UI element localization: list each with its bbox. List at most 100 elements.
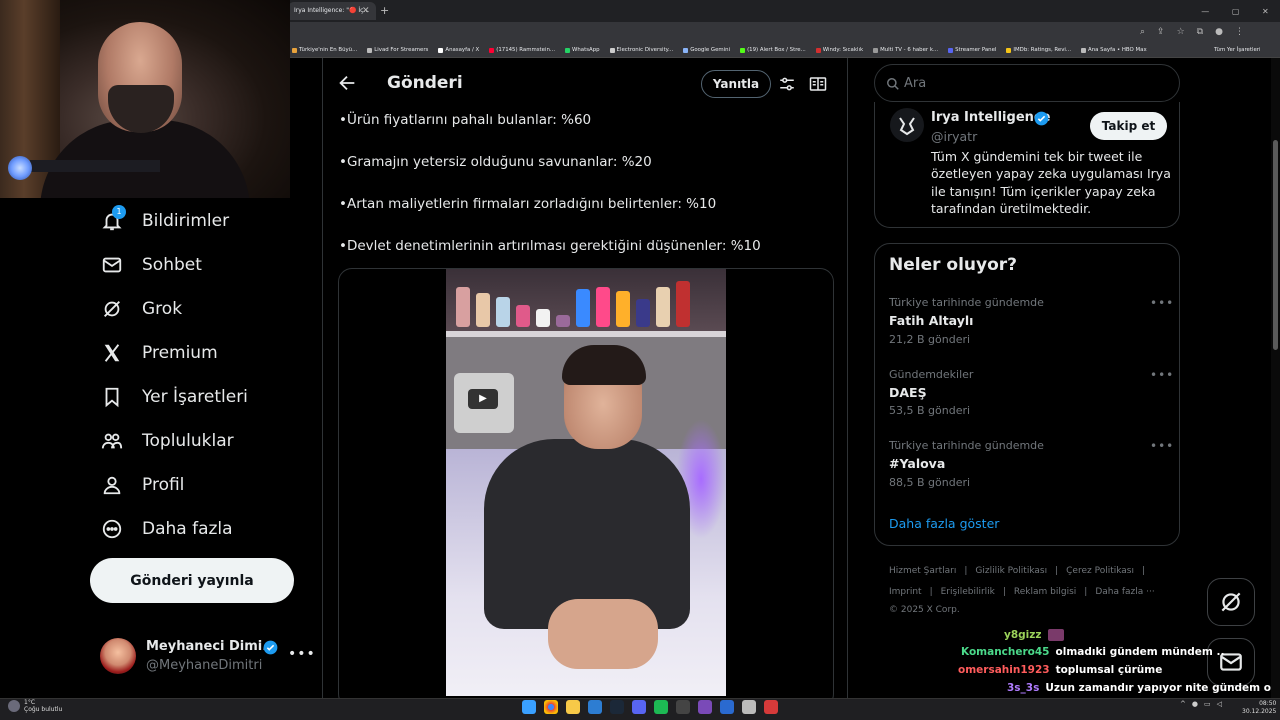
reply-button[interactable]: Yanıtla (701, 70, 771, 98)
star-icon[interactable]: ☆ (1177, 27, 1185, 37)
chrome-icon[interactable] (544, 700, 558, 714)
sidebar-item-label: Sohbet (142, 255, 202, 275)
show-more-link[interactable]: Daha fazla göster (889, 516, 999, 531)
bookmark-favicon-icon (565, 47, 571, 53)
windows-start-icon[interactable] (522, 700, 536, 714)
zoom-icon[interactable]: ⌕ (1140, 27, 1145, 37)
account-name[interactable]: Meyhaneci Dimi... (146, 639, 277, 654)
mic-icon[interactable]: ● (1192, 700, 1198, 708)
footer-link[interactable]: Erişilebilirlik (941, 587, 995, 597)
bookmark-label: Livad For Streamers (374, 47, 429, 53)
verified-badge-icon (263, 640, 278, 655)
bookmark-label: Streamer Panel (955, 47, 997, 53)
irya-logo-icon[interactable] (890, 108, 924, 142)
sidebar-item-label: Daha fazla (142, 519, 233, 539)
sidebar-item-more-circle[interactable]: Daha fazla (100, 509, 233, 549)
sidebar-item-label: Bildirimler (142, 211, 230, 231)
trend-name[interactable]: DAEŞ (889, 385, 927, 400)
bookmark-favicon-icon (438, 47, 444, 53)
footer-link[interactable]: Reklam bilgisi (1014, 587, 1076, 597)
post-button[interactable]: Gönderi yayınla (90, 558, 294, 603)
app-icon[interactable] (720, 700, 734, 714)
minimize-icon[interactable]: — (1201, 7, 1209, 16)
tray-chevron-icon[interactable]: ^ (1180, 700, 1186, 708)
app-icon[interactable] (742, 700, 756, 714)
grok-fab-button[interactable] (1207, 578, 1255, 626)
app-icon[interactable] (764, 700, 778, 714)
scrollbar-thumb[interactable] (1273, 140, 1278, 350)
profile-icon[interactable]: ● (1215, 27, 1223, 37)
follow-button[interactable]: Takip et (1090, 112, 1167, 140)
file-explorer-icon[interactable] (566, 700, 580, 714)
sidebar-item-grok[interactable]: Grok (100, 289, 182, 329)
bookmark-item[interactable]: Windy: Sıcaklık (815, 47, 863, 53)
bookmark-item[interactable]: Livad For Streamers (367, 47, 428, 53)
bookmark-item[interactable]: Streamer Panel (948, 47, 996, 53)
steam-icon[interactable] (610, 700, 624, 714)
back-arrow-icon[interactable] (336, 72, 358, 94)
close-window-icon[interactable]: ✕ (1262, 7, 1269, 16)
app-icon[interactable] (698, 700, 712, 714)
trend-name[interactable]: #Yalova (889, 456, 945, 471)
trend-more-icon[interactable]: ••• (1150, 368, 1174, 382)
app-icon[interactable] (588, 700, 602, 714)
bookmark-item[interactable]: Ana Sayfa • HBO Max (1081, 47, 1147, 53)
weather-temp: 1°C (24, 699, 36, 706)
bookmark-item[interactable]: IMDb: Ratings, Revi... (1006, 47, 1071, 53)
new-tab-button[interactable]: + (380, 2, 389, 20)
bookmark-label: Electronic Diversity... (616, 47, 674, 53)
spotify-icon[interactable] (654, 700, 668, 714)
trend-more-icon[interactable]: ••• (1150, 439, 1174, 453)
post-video[interactable]: ▶ (446, 269, 726, 696)
tab-close-icon[interactable]: ✕ (362, 2, 370, 20)
footer-link[interactable]: Daha fazla ··· (1095, 587, 1154, 597)
clock[interactable]: 08:50 30.12.2025 (1242, 700, 1276, 716)
promo-account-name[interactable]: Irya Intelligence (931, 110, 1050, 125)
bookmark-item[interactable]: (19) Alert Box / Stre... (740, 47, 806, 53)
sidebar-item-communities[interactable]: Topluluklar (100, 421, 234, 461)
promo-bio-line: ile tanışın! Tüm içerikler yapay zeka (931, 184, 1156, 199)
sidebar-item-person[interactable]: Profil (100, 465, 184, 505)
trend-count: 53,5 B gönderi (889, 404, 971, 417)
footer-link[interactable]: Hizmet Şartları (889, 566, 956, 576)
bookmark-label: Ana Sayfa • HBO Max (1088, 47, 1147, 53)
all-bookmarks-link[interactable]: Tüm Yer İşaretleri (1214, 42, 1261, 58)
footer-link[interactable]: Çerez Politikası (1066, 566, 1134, 576)
volume-icon[interactable]: ◁ (1217, 700, 1222, 708)
bookmark-favicon-icon (683, 47, 689, 53)
bookmark-item[interactable]: WhatsApp (565, 47, 600, 53)
network-icon[interactable]: ▭ (1204, 700, 1211, 708)
account-more-icon[interactable]: ••• (288, 646, 316, 662)
trend-name[interactable]: Fatih Altaylı (889, 313, 973, 328)
window-controls: — ▢ ✕ (1190, 0, 1280, 22)
sidebar-item-mail[interactable]: Sohbet (100, 245, 202, 285)
bookmark-favicon-icon (489, 47, 495, 53)
bookmark-item[interactable]: (17145) Rammstein... (489, 47, 555, 53)
maximize-icon[interactable]: ▢ (1232, 7, 1240, 16)
menu-icon[interactable]: ⋮ (1235, 27, 1244, 37)
trend-more-icon[interactable]: ••• (1150, 296, 1174, 310)
bookmark-favicon-icon (367, 47, 373, 53)
footer-link[interactable]: Imprint (889, 587, 922, 597)
bookmark-item[interactable]: Multi TV - 6 haber k... (873, 47, 938, 53)
app-icon[interactable] (676, 700, 690, 714)
trend-context: Türkiye tarihinde gündemde (889, 296, 1044, 309)
share-icon[interactable]: ⇪ (1157, 27, 1165, 37)
sidebar-item-x-logo[interactable]: Premium (100, 333, 218, 373)
post-text-line: •Gramajın yetersiz olduğunu savunanlar: … (339, 154, 652, 170)
bookmark-item[interactable]: Anasayfa / X (438, 47, 479, 53)
extensions-icon[interactable]: ⧉ (1197, 27, 1203, 37)
bookmark-item[interactable]: Google Gemini (683, 47, 730, 53)
reader-mode-icon[interactable] (809, 75, 827, 93)
bookmark-item[interactable]: Electronic Diversity... (609, 47, 674, 53)
footer-link[interactable]: Gizlilik Politikası (975, 566, 1047, 576)
sliders-icon[interactable] (778, 75, 796, 93)
weather-widget[interactable]: 1°C Çoğu bulutlu (8, 699, 62, 713)
account-handle: @MeyhaneDimitri (146, 658, 263, 673)
discord-icon[interactable] (632, 700, 646, 714)
webcam-mic-arm (30, 160, 160, 172)
bookmark-item[interactable]: Türkiye'nin En Büyü... (292, 47, 357, 53)
search-input[interactable] (904, 74, 1164, 92)
sidebar-item-bookmark[interactable]: Yer İşaretleri (100, 377, 248, 417)
avatar[interactable] (100, 638, 136, 674)
